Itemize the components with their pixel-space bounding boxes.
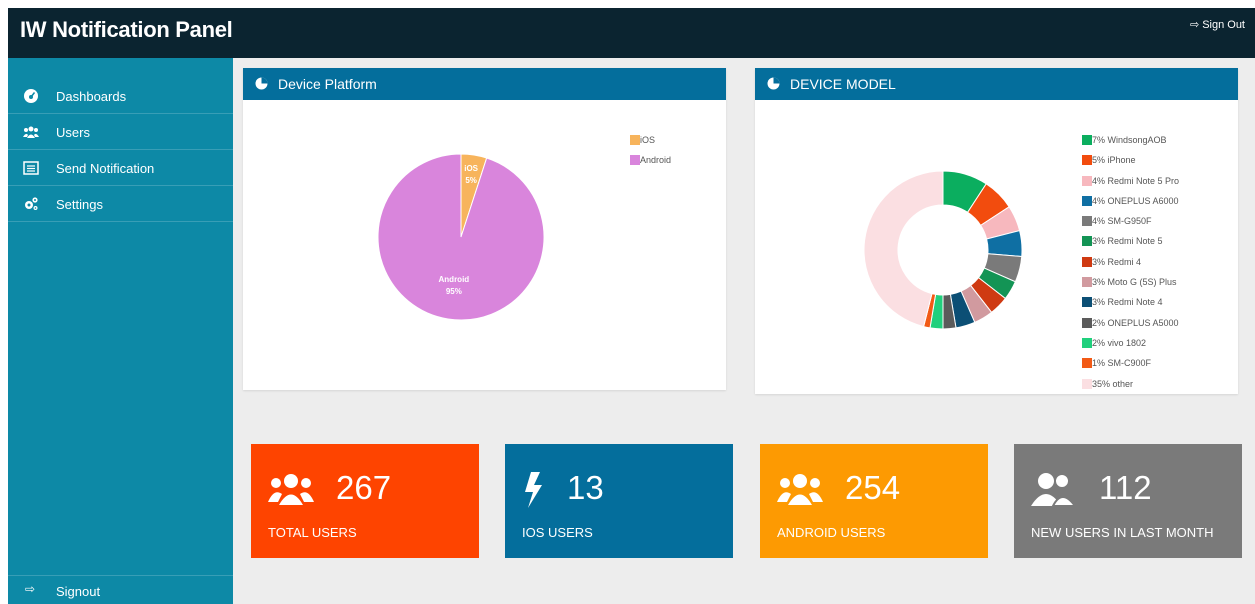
panel-title: DEVICE MODEL bbox=[790, 76, 896, 92]
legend-label: 35% other bbox=[1092, 378, 1134, 389]
legend-swatch bbox=[1082, 135, 1092, 145]
list-icon bbox=[23, 161, 39, 175]
stat-card-total-users: 267 TOTAL USERS bbox=[251, 444, 479, 558]
legend-swatch bbox=[1082, 236, 1092, 247]
legend-label: 3% Redmi Note 4 bbox=[1092, 297, 1163, 308]
main-content: Device Platform iOS 5% Android 95% iOS Andr… bbox=[233, 58, 1255, 604]
pie-slice-label: iOS bbox=[464, 164, 478, 173]
stat-label: IOS USERS bbox=[522, 525, 593, 540]
legend-swatch bbox=[630, 155, 640, 166]
sidebar-item-label: Dashboards bbox=[56, 89, 127, 104]
legend-label: Android bbox=[640, 155, 672, 166]
sidebar-signout-label: Signout bbox=[56, 584, 101, 599]
legend-label: 5% iPhone bbox=[1092, 155, 1136, 166]
stat-label: NEW USERS IN LAST MONTH bbox=[1031, 525, 1214, 540]
stat-value: 13 bbox=[567, 469, 604, 506]
stat-label: TOTAL USERS bbox=[268, 525, 357, 540]
sidebar-item-label: Settings bbox=[56, 197, 103, 212]
legend-swatch bbox=[1082, 317, 1092, 328]
legend-label: 3% Redmi Note 5 bbox=[1092, 236, 1163, 247]
sidebar-item-label: Send Notification bbox=[56, 161, 155, 176]
sidebar-item-settings[interactable]: Settings bbox=[8, 186, 233, 222]
legend-swatch bbox=[1082, 195, 1092, 206]
device-model-panel: DEVICE MODEL 7% WindsongAOB 5% iPhone 4% R… bbox=[755, 68, 1238, 394]
pie-slice-label: 5% bbox=[465, 176, 477, 185]
legend-label: iOS bbox=[640, 135, 656, 145]
legend-label: 4% SM-G950F bbox=[1092, 216, 1152, 227]
legend-label: 1% SM-C900F bbox=[1092, 358, 1152, 369]
device-platform-header: Device Platform bbox=[243, 68, 726, 100]
legend-swatch bbox=[1082, 256, 1092, 267]
sidebar-item-users[interactable]: Users bbox=[8, 114, 233, 150]
pie-chart-icon bbox=[767, 77, 780, 90]
header-signout-link[interactable]: ⇨ Sign Out bbox=[1190, 18, 1245, 31]
sidebar: Dashboards Users Send Notification Setti… bbox=[8, 58, 233, 604]
sidebar-item-dashboards[interactable]: Dashboards bbox=[8, 78, 233, 114]
stat-card-android-users: 254 ANDROID USERS bbox=[760, 444, 988, 558]
users-icon bbox=[23, 126, 39, 138]
app-title: IW Notification Panel bbox=[20, 17, 233, 42]
stat-card-new-users: 112 NEW USERS IN LAST MONTH bbox=[1014, 444, 1242, 558]
user-pair-icon bbox=[1031, 473, 1075, 506]
dashboard-icon bbox=[24, 89, 38, 103]
pie-slice-label: 95% bbox=[446, 287, 462, 296]
stat-value: 267 bbox=[336, 469, 392, 506]
legend-swatch bbox=[1082, 297, 1092, 308]
bolt-icon bbox=[525, 472, 542, 508]
legend-swatch bbox=[1082, 277, 1092, 288]
sign-out-icon: ⇨ bbox=[25, 582, 36, 596]
sidebar-item-send-notification[interactable]: Send Notification bbox=[8, 150, 233, 186]
stat-label: ANDROID USERS bbox=[777, 525, 886, 540]
legend-label: 4% ONEPLUS A6000 bbox=[1092, 195, 1179, 206]
users-icon bbox=[268, 474, 314, 505]
stat-value: 112 bbox=[1099, 469, 1152, 506]
legend-label: 4% Redmi Note 5 Pro bbox=[1092, 175, 1180, 186]
legend-swatch bbox=[1082, 216, 1092, 227]
device-platform-panel: Device Platform iOS 5% Android 95% iOS Andr… bbox=[243, 68, 726, 390]
device-model-donut-chart bbox=[863, 170, 1023, 330]
sign-out-icon: ⇨ bbox=[1189, 19, 1200, 31]
legend-swatch bbox=[1082, 358, 1092, 369]
legend-swatch bbox=[630, 135, 640, 145]
legend-label: 3% Moto G (5S) Plus bbox=[1092, 277, 1177, 288]
stat-value: 254 bbox=[845, 469, 901, 506]
pie-slice-label: Android bbox=[439, 275, 470, 284]
stat-card-ios-users: 13 IOS USERS bbox=[505, 444, 733, 558]
top-bar: IW Notification Panel ⇨ Sign Out bbox=[8, 8, 1255, 58]
legend-swatch bbox=[1082, 378, 1092, 389]
users-icon bbox=[777, 474, 823, 505]
legend-swatch bbox=[1082, 337, 1092, 348]
header-signout-label: Sign Out bbox=[1202, 19, 1245, 31]
gears-icon bbox=[25, 197, 38, 210]
legend-label: 7% WindsongAOB bbox=[1092, 135, 1167, 145]
sidebar-item-label: Users bbox=[56, 125, 90, 140]
legend-swatch bbox=[1082, 175, 1092, 186]
sidebar-signout[interactable]: ⇨ Signout bbox=[8, 575, 233, 604]
legend-swatch bbox=[1082, 155, 1092, 166]
pie-chart-icon bbox=[255, 77, 268, 90]
legend-label: 2% vivo 1802 bbox=[1092, 337, 1147, 348]
device-model-header: DEVICE MODEL bbox=[755, 68, 1238, 100]
legend-label: 3% Redmi 4 bbox=[1092, 256, 1142, 267]
legend-label: 2% ONEPLUS A5000 bbox=[1092, 317, 1179, 328]
panel-title: Device Platform bbox=[278, 76, 377, 92]
